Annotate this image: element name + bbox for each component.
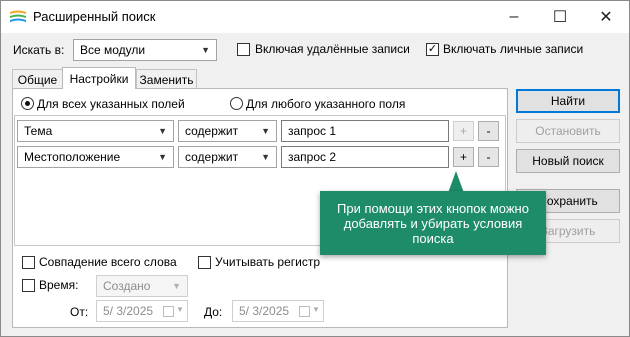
condition-1-operator-value: содержит xyxy=(185,124,239,138)
condition-2-value-input[interactable]: запрос 2 xyxy=(281,146,449,168)
search-in-select[interactable]: Все модули ▼ xyxy=(73,39,217,61)
condition-1-operator-select[interactable]: содержит ▼ xyxy=(178,120,277,142)
include-personal-label: Включать личные записи xyxy=(443,42,584,56)
chevron-down-icon: ▼ xyxy=(261,126,270,136)
to-date-value: 5/ 3/2025 xyxy=(239,304,290,318)
calendar-checkbox-icon xyxy=(163,306,174,317)
condition-1-add-button[interactable]: + xyxy=(453,121,474,141)
condition-2-field-value: Местоположение xyxy=(24,150,121,164)
all-fields-radio[interactable] xyxy=(21,97,34,110)
condition-1-field-select[interactable]: Тема ▼ xyxy=(17,120,174,142)
chevron-down-icon: ▼ xyxy=(201,45,210,55)
condition-2-remove-button[interactable]: - xyxy=(478,147,499,167)
match-case-checkbox[interactable] xyxy=(198,256,211,269)
app-logo-icon xyxy=(10,10,26,22)
chevron-down-icon: ▼ xyxy=(158,126,167,136)
whole-word-label: Совпадение всего слова xyxy=(39,255,177,269)
include-deleted-label: Включая удалённые записи xyxy=(255,42,410,56)
any-field-label: Для любого указанного поля xyxy=(246,97,406,111)
callout-text: При помощи этих кнопок можно добавлять и… xyxy=(337,200,529,246)
to-date-picker[interactable]: 5/ 3/2025 ▼ xyxy=(232,300,324,322)
condition-2-add-button[interactable]: + xyxy=(453,147,474,167)
maximize-button[interactable]: ☐ xyxy=(537,1,583,33)
condition-1-value-input[interactable]: запрос 1 xyxy=(281,120,449,142)
search-in-value: Все модули xyxy=(80,43,146,57)
window-title: Расширенный поиск xyxy=(33,9,156,24)
title-bar: Расширенный поиск – ☐ ✕ xyxy=(1,1,629,33)
stop-button[interactable]: Остановить xyxy=(516,119,620,143)
chevron-down-icon: ▼ xyxy=(158,152,167,162)
condition-1-value-text: запрос 1 xyxy=(288,124,337,138)
tab-settings[interactable]: Настройки xyxy=(62,67,136,89)
chevron-down-icon: ▼ xyxy=(172,281,181,291)
include-personal-checkbox[interactable]: ✓ xyxy=(426,43,439,56)
match-case-label: Учитывать регистр xyxy=(215,255,321,269)
tab-settings-label: Настройки xyxy=(69,71,129,86)
tab-replace-label: Заменить xyxy=(139,72,194,87)
find-button[interactable]: Найти xyxy=(516,89,620,113)
chevron-down-icon: ▼ xyxy=(176,305,184,314)
callout-pointer-arrow xyxy=(448,171,464,193)
new-search-button[interactable]: Новый поиск xyxy=(516,149,620,173)
condition-1-remove-button[interactable]: - xyxy=(478,121,499,141)
advanced-search-window: Расширенный поиск – ☐ ✕ Искать в: Все мо… xyxy=(0,0,630,337)
include-deleted-checkbox[interactable] xyxy=(237,43,250,56)
tab-general-label: Общие xyxy=(17,72,58,87)
whole-word-checkbox[interactable] xyxy=(22,256,35,269)
tab-general[interactable]: Общие xyxy=(12,69,63,89)
calendar-checkbox-icon xyxy=(299,306,310,317)
time-label: Время: xyxy=(39,278,79,292)
any-field-radio[interactable] xyxy=(230,97,243,110)
from-date-picker[interactable]: 5/ 3/2025 ▼ xyxy=(96,300,188,322)
condition-1-field-value: Тема xyxy=(24,124,53,138)
minimize-button[interactable]: – xyxy=(491,1,537,33)
from-date-value: 5/ 3/2025 xyxy=(103,304,154,318)
tab-replace[interactable]: Заменить xyxy=(136,69,197,89)
checkmark-icon: ✓ xyxy=(427,43,438,55)
condition-2-operator-select[interactable]: содержит ▼ xyxy=(178,146,277,168)
all-fields-label: Для всех указанных полей xyxy=(37,97,185,111)
time-type-select[interactable]: Создано ▼ xyxy=(96,275,188,297)
time-checkbox[interactable] xyxy=(22,279,35,292)
chevron-down-icon: ▼ xyxy=(312,305,320,314)
condition-2-value-text: запрос 2 xyxy=(288,150,337,164)
callout-tooltip: При помощи этих кнопок можно добавлять и… xyxy=(320,191,546,255)
condition-2-operator-value: содержит xyxy=(185,150,239,164)
from-label: От: xyxy=(70,305,89,319)
close-button[interactable]: ✕ xyxy=(583,1,629,33)
time-type-value: Создано xyxy=(103,279,151,293)
condition-2-field-select[interactable]: Местоположение ▼ xyxy=(17,146,174,168)
search-in-label: Искать в: xyxy=(13,43,65,57)
chevron-down-icon: ▼ xyxy=(261,152,270,162)
to-label: До: xyxy=(204,305,223,319)
